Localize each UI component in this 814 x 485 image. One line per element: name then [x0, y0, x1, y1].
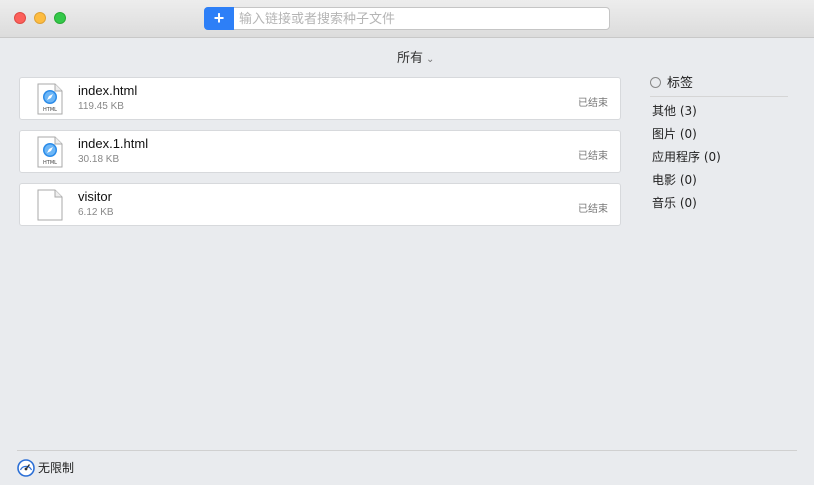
speedometer-icon: [17, 459, 35, 477]
svg-text:HTML: HTML: [43, 107, 57, 113]
category-list: 其他 (3) 图片 (0) 应用程序 (0) 电影 (0) 音乐 (0): [652, 104, 721, 219]
filter-dropdown[interactable]: 所有 ⌄: [397, 47, 434, 66]
category-item-music[interactable]: 音乐 (0): [652, 196, 721, 219]
tag-circle-icon: [650, 77, 661, 88]
title-bar: +: [0, 0, 814, 38]
html-file-icon: HTML: [37, 83, 63, 115]
tags-toggle[interactable]: 标签: [650, 72, 693, 91]
add-download-button[interactable]: +: [204, 7, 234, 30]
search-bar: +: [204, 7, 610, 31]
download-status: 已结束: [578, 151, 608, 162]
download-row[interactable]: HTML index.1.html 30.18 KB 已结束: [19, 130, 621, 173]
category-item-applications[interactable]: 应用程序 (0): [652, 150, 721, 173]
file-size: 6.12 KB: [78, 207, 114, 218]
file-name: index.html: [78, 83, 138, 98]
html-file-icon: HTML: [37, 136, 63, 168]
close-window-button[interactable]: [14, 12, 26, 24]
file-name: visitor: [78, 189, 112, 204]
search-input[interactable]: [237, 8, 607, 31]
download-status: 已结束: [578, 204, 608, 215]
category-item-movies[interactable]: 电影 (0): [652, 173, 721, 196]
speed-limit-label: 无限制: [38, 461, 75, 475]
speed-limit-button[interactable]: 无限制: [17, 459, 74, 477]
divider: [17, 450, 797, 451]
download-status: 已结束: [578, 98, 608, 109]
category-item-images[interactable]: 图片 (0): [652, 127, 721, 150]
filter-label: 所有: [397, 51, 424, 66]
tags-label: 标签: [667, 76, 694, 91]
svg-text:HTML: HTML: [43, 160, 57, 166]
divider: [650, 96, 788, 97]
maximize-window-button[interactable]: [54, 12, 66, 24]
file-size: 119.45 KB: [78, 101, 124, 112]
download-row[interactable]: HTML index.html 119.45 KB 已结束: [19, 77, 621, 120]
minimize-window-button[interactable]: [34, 12, 46, 24]
category-item-other[interactable]: 其他 (3): [652, 104, 721, 127]
file-name: index.1.html: [78, 136, 149, 151]
download-list: HTML index.html 119.45 KB 已结束 HTML index…: [19, 77, 621, 236]
download-row[interactable]: visitor 6.12 KB 已结束: [19, 183, 621, 226]
chevron-down-icon: ⌄: [426, 54, 435, 65]
file-size: 30.18 KB: [78, 154, 120, 165]
generic-file-icon: [37, 189, 63, 221]
